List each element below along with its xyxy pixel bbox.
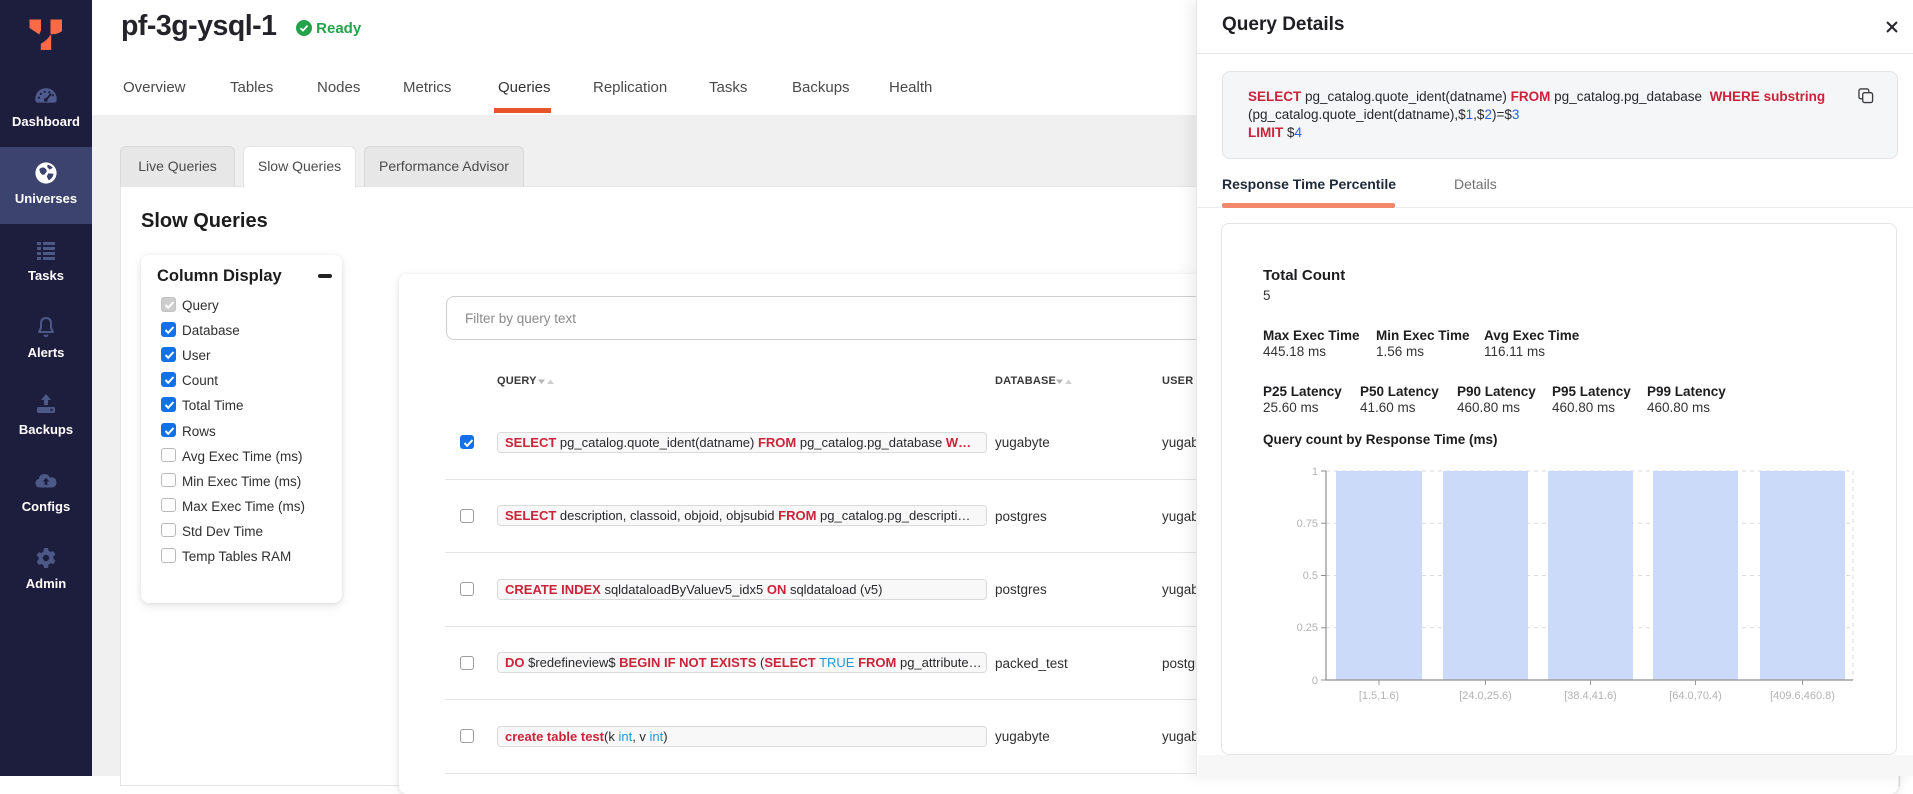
svg-text:1: 1 bbox=[1312, 466, 1318, 478]
svg-text:[38.4,41.6): [38.4,41.6) bbox=[1564, 690, 1617, 702]
svg-text:[24.0,25.6): [24.0,25.6) bbox=[1459, 690, 1512, 702]
svg-text:0.5: 0.5 bbox=[1303, 570, 1318, 582]
svg-text:[1.5,1.6): [1.5,1.6) bbox=[1359, 690, 1399, 702]
svg-text:0.75: 0.75 bbox=[1297, 518, 1318, 530]
svg-text:[409.6,460.8): [409.6,460.8) bbox=[1770, 690, 1835, 702]
svg-text:0.25: 0.25 bbox=[1297, 622, 1318, 634]
svg-text:0: 0 bbox=[1312, 675, 1318, 687]
svg-text:[64.0,70.4): [64.0,70.4) bbox=[1669, 690, 1722, 702]
